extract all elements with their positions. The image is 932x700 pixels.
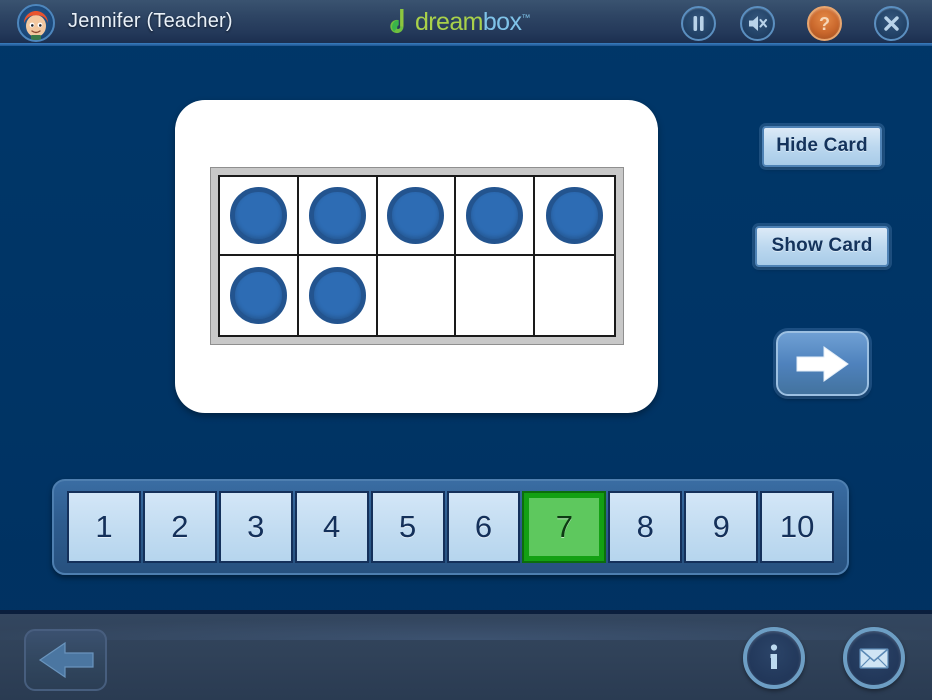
avatar-face-icon xyxy=(24,11,48,40)
bottom-bar xyxy=(0,610,932,700)
logo-text-dream: dream xyxy=(415,7,483,36)
help-button[interactable]: ? xyxy=(807,6,842,41)
messages-button[interactable] xyxy=(843,627,905,689)
number-tile-label: 2 xyxy=(171,509,189,544)
close-x-icon xyxy=(884,16,899,31)
question-mark-icon: ? xyxy=(819,14,830,34)
number-tile-label: 8 xyxy=(636,509,654,544)
number-tile-3[interactable]: 3 xyxy=(218,491,293,563)
hide-card-button[interactable]: Hide Card xyxy=(762,126,882,167)
logo-trademark: ™ xyxy=(521,12,530,23)
number-track: 1 2 3 4 5 6 7 8 9 10 xyxy=(52,479,849,575)
number-tile-1[interactable]: 1 xyxy=(67,491,141,563)
number-tile-4[interactable]: 4 xyxy=(294,491,369,563)
number-tile-7[interactable]: 7 xyxy=(522,491,607,563)
dreambox-d-icon xyxy=(389,9,408,37)
arrow-left-icon xyxy=(38,641,94,679)
number-tile-label: 3 xyxy=(247,509,265,544)
ten-frame-cell[interactable] xyxy=(220,256,299,335)
close-button[interactable] xyxy=(874,6,909,41)
pause-button[interactable] xyxy=(681,6,716,41)
info-icon xyxy=(770,644,778,669)
student-avatar-icon[interactable] xyxy=(17,4,55,42)
logo-text-box: box xyxy=(482,7,522,36)
ten-frame-cell[interactable] xyxy=(456,256,536,335)
dreambox-activity-screen: Jennifer (Teacher) dreambox™ ? Hide Card… xyxy=(0,0,932,700)
ten-frame xyxy=(210,167,624,345)
ten-frame-cell[interactable] xyxy=(456,177,536,256)
counter-dot-icon xyxy=(308,267,366,324)
mute-button[interactable] xyxy=(740,6,775,41)
back-button[interactable] xyxy=(24,629,107,691)
info-button[interactable] xyxy=(743,627,805,689)
ten-frame-cell[interactable] xyxy=(535,256,614,335)
ten-frame-cell[interactable] xyxy=(298,177,378,256)
number-tile-10[interactable]: 10 xyxy=(760,491,835,563)
number-tile-8[interactable]: 8 xyxy=(608,491,683,563)
number-tile-5[interactable]: 5 xyxy=(370,491,445,563)
pause-icon xyxy=(693,16,704,31)
next-button[interactable] xyxy=(776,331,869,396)
show-card-button[interactable]: Show Card xyxy=(755,226,889,267)
arrow-right-icon xyxy=(796,345,849,382)
number-tile-6[interactable]: 6 xyxy=(446,491,521,563)
envelope-icon xyxy=(859,648,889,669)
number-tile-label: 1 xyxy=(95,509,113,544)
counter-dot-icon xyxy=(308,187,366,244)
ten-frame-cell[interactable] xyxy=(220,177,299,256)
number-tile-label: 7 xyxy=(529,498,600,556)
number-tile-2[interactable]: 2 xyxy=(142,491,217,563)
number-tile-label: 4 xyxy=(323,509,341,544)
number-tile-label: 10 xyxy=(779,509,815,544)
counter-dot-icon xyxy=(546,187,604,244)
top-bar: Jennifer (Teacher) dreambox™ ? xyxy=(0,0,932,46)
counter-dot-icon xyxy=(387,187,445,244)
svg-text:?: ? xyxy=(819,14,830,34)
number-tile-label: 6 xyxy=(474,509,493,544)
counter-dot-icon xyxy=(466,187,524,244)
ten-frame-grid xyxy=(218,175,616,337)
ten-frame-cell[interactable] xyxy=(378,256,457,335)
user-name-label: Jennifer (Teacher) xyxy=(68,10,233,32)
number-tile-9[interactable]: 9 xyxy=(684,491,759,563)
number-tile-label: 5 xyxy=(398,509,417,544)
dreambox-logo: dreambox™ xyxy=(389,6,530,40)
counter-dot-icon xyxy=(229,267,287,324)
ten-frame-card xyxy=(175,100,658,413)
counter-dot-icon xyxy=(229,187,287,244)
ten-frame-cell[interactable] xyxy=(377,177,457,256)
speaker-mute-icon xyxy=(749,16,768,31)
ten-frame-cell[interactable] xyxy=(299,256,378,335)
number-tile-label: 9 xyxy=(712,509,730,544)
ten-frame-cell[interactable] xyxy=(535,177,614,256)
